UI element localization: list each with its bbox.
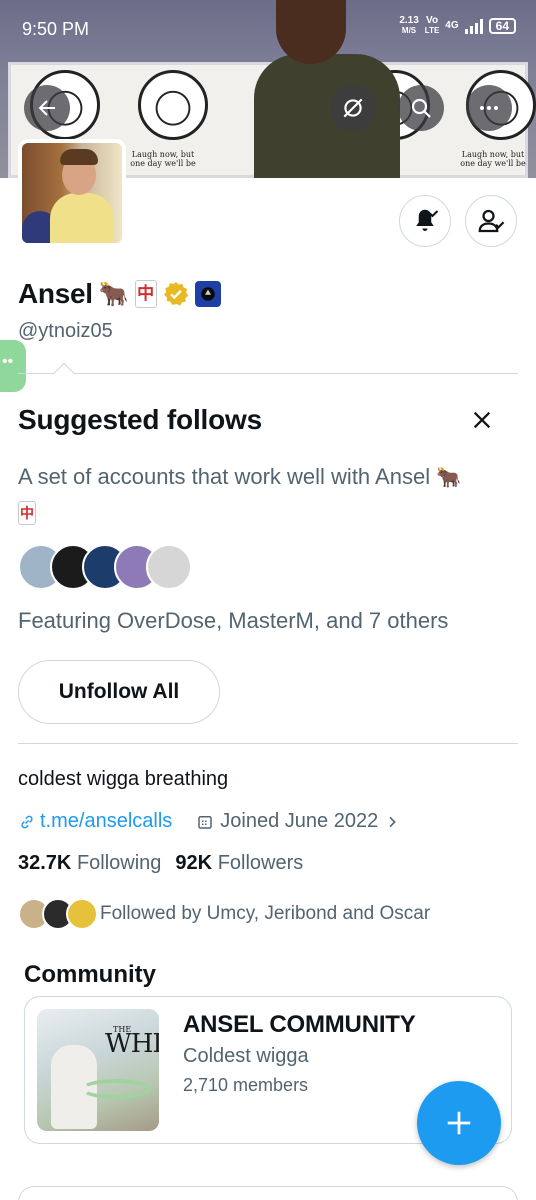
- callout-notch: [52, 362, 76, 386]
- plus-icon: [447, 1111, 471, 1135]
- grok-button[interactable]: [330, 85, 376, 131]
- following-count-link[interactable]: 32.7K Following: [18, 852, 161, 875]
- followed-by-text: Followed by Umcy, Jeribond and Oscar: [100, 903, 431, 924]
- status-bar: 9:50 PM 2.13 M/S Vo LTE 4G 64: [0, 0, 536, 58]
- followed-by-avatars: [18, 898, 98, 930]
- unfollow-all-button[interactable]: Unfollow All: [18, 660, 220, 724]
- display-name: Ansel: [18, 278, 93, 309]
- back-arrow-icon: [38, 100, 55, 116]
- bell-check-icon: [416, 209, 439, 231]
- section-divider: [18, 743, 518, 744]
- status-time: 9:50 PM: [22, 19, 90, 39]
- followers-count-link[interactable]: 92K Followers: [175, 852, 303, 875]
- verified-badge-icon[interactable]: [163, 281, 189, 307]
- link-icon: [21, 815, 33, 828]
- profile-avatar[interactable]: [18, 139, 126, 247]
- more-icon: [480, 106, 498, 110]
- follow-counts: 32.7K Following 92K Followers: [18, 852, 303, 875]
- mahjong-emoji: 中: [18, 501, 36, 525]
- profile-handle: @ytnoiz05: [18, 320, 113, 342]
- section-divider: [18, 373, 518, 374]
- profile-link[interactable]: t.me/anselcalls: [18, 810, 172, 833]
- banner-cartoon-face: [138, 70, 208, 140]
- suggested-avatar: [146, 544, 192, 590]
- search-button[interactable]: [398, 85, 444, 131]
- compose-button[interactable]: [417, 1081, 501, 1165]
- notifications-button[interactable]: [399, 195, 451, 247]
- volte-indicator: Vo LTE: [424, 15, 440, 36]
- network-speed: 2.13 M/S: [399, 15, 419, 36]
- suggested-avatars[interactable]: [18, 544, 192, 590]
- banner-caption: Laugh now, but one day we'll be: [130, 150, 196, 168]
- network-type: 4G: [445, 20, 459, 31]
- calendar-icon: [198, 815, 213, 829]
- suggested-follows-title: Suggested follows: [18, 404, 262, 435]
- chevron-right-icon: [389, 816, 397, 827]
- following-button[interactable]: [465, 195, 517, 247]
- profile-bio: coldest wigga breathing: [18, 768, 229, 790]
- suggested-follows-description: A set of accounts that work well with An…: [18, 462, 508, 525]
- ox-emoji: 🐂: [98, 280, 129, 308]
- display-name-row: Ansel 🐂 中: [18, 278, 221, 310]
- ox-emoji: 🐂: [436, 465, 462, 489]
- search-icon: [411, 98, 431, 118]
- suggested-featuring-text: Featuring OverDose, MasterM, and 7 other…: [18, 608, 449, 633]
- grok-icon: [343, 98, 363, 118]
- affiliate-badge-icon[interactable]: [194, 281, 221, 307]
- followed-by-row[interactable]: Followed by Umcy, Jeribond and Oscar: [18, 898, 430, 930]
- person-check-icon: [478, 209, 505, 233]
- more-button[interactable]: [466, 85, 512, 131]
- community-subtitle: Coldest wigga: [183, 1045, 309, 1067]
- floating-side-tab[interactable]: ••: [0, 340, 26, 392]
- signal-icon: [464, 18, 483, 34]
- battery-icon: 64: [488, 18, 516, 34]
- banner-caption: Laugh now, but one day we'll be: [460, 150, 526, 168]
- community-members: 2,710 members: [183, 1075, 309, 1095]
- close-suggestions-button[interactable]: [466, 404, 498, 436]
- next-card: [18, 1186, 518, 1200]
- community-image: THE WHI: [37, 1009, 159, 1131]
- community-section-title: Community: [24, 961, 156, 988]
- profile-meta: t.me/anselcalls Joined June 2022: [18, 810, 400, 833]
- community-name: ANSEL COMMUNITY: [183, 1011, 416, 1038]
- joined-date[interactable]: Joined June 2022: [196, 810, 400, 833]
- mahjong-emoji: 中: [134, 280, 157, 308]
- close-icon: [473, 411, 491, 429]
- back-button[interactable]: [24, 85, 70, 131]
